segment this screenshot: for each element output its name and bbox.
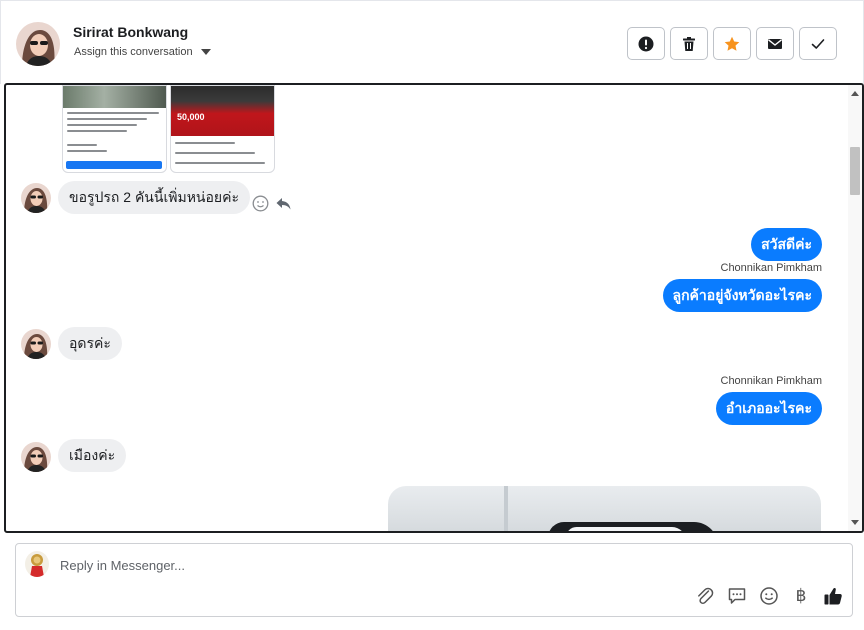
emoji-icon[interactable] [759, 586, 779, 606]
incoming-message[interactable]: อุดรค่ะ [58, 327, 122, 360]
scroll-down-arrow-icon[interactable] [851, 520, 859, 525]
react-emoji-icon[interactable] [252, 195, 269, 212]
shared-post-image[interactable] [62, 85, 167, 173]
thumbs-up-icon[interactable] [823, 586, 843, 606]
outgoing-message[interactable]: ลูกค้าอยู่จังหวัดอะไรคะ [662, 279, 822, 312]
reply-composer: ฿ [15, 543, 853, 617]
scroll-up-arrow-icon[interactable] [851, 91, 859, 96]
paperclip-icon[interactable] [695, 586, 715, 606]
composer-tools: ฿ [695, 586, 843, 606]
outgoing-message[interactable]: สวัสดีค่ะ [751, 228, 822, 261]
car-window [566, 527, 686, 531]
outgoing-photo-message[interactable] [388, 486, 821, 531]
incoming-message[interactable]: เมืองค่ะ [58, 439, 127, 472]
check-icon [811, 38, 825, 49]
photo-detail [504, 486, 508, 531]
sender-name: Chonnikan Pimkham [720, 262, 823, 274]
spam-button[interactable] [627, 27, 665, 60]
delete-button[interactable] [670, 27, 708, 60]
trash-icon [683, 36, 695, 51]
baht-icon[interactable]: ฿ [791, 586, 811, 606]
outgoing-message[interactable]: อำเภออะไรคะ [715, 392, 822, 425]
saved-reply-icon[interactable] [727, 586, 747, 606]
text-line [67, 112, 159, 114]
text-line [175, 152, 255, 154]
contact-avatar[interactable] [16, 22, 60, 66]
reply-icon[interactable] [275, 195, 292, 212]
contact-avatar-small [21, 442, 51, 472]
message-tools [252, 195, 292, 212]
envelope-icon [768, 38, 782, 49]
assign-conversation-dropdown[interactable]: Assign this conversation [74, 46, 211, 58]
text-line [67, 118, 147, 120]
conversation-actions [627, 27, 837, 60]
text-line [67, 144, 97, 146]
mark-done-button[interactable] [799, 27, 837, 60]
text-line [67, 150, 107, 152]
star-icon [724, 36, 740, 51]
contact-avatar-small [21, 329, 51, 359]
price-text: 50,000 [177, 112, 205, 122]
text-line [175, 142, 235, 144]
incoming-message[interactable]: ขอรูปรถ 2 คันนี้เพิ่มหน่อยค่ะ [58, 181, 250, 214]
text-line [67, 130, 127, 132]
mark-unread-button[interactable] [756, 27, 794, 60]
page-avatar [25, 551, 49, 577]
contact-avatar-small [21, 183, 51, 213]
text-line [67, 124, 137, 126]
assign-conversation-label: Assign this conversation [74, 46, 193, 58]
thread-scrollbar[interactable] [848, 85, 862, 531]
car-ad-photo [171, 86, 274, 136]
star-button[interactable] [713, 27, 751, 60]
messenger-inbox-app: Sirirat Bonkwang Assign this conversatio… [0, 0, 864, 630]
scrollbar-thumb[interactable] [850, 147, 860, 195]
exclamation-circle-icon [638, 36, 654, 51]
reply-input[interactable] [60, 554, 660, 576]
conversation-header: Sirirat Bonkwang Assign this conversatio… [0, 0, 864, 84]
message-button [66, 161, 162, 169]
caret-down-icon [200, 49, 211, 55]
shared-post-image[interactable]: 50,000 [170, 85, 275, 173]
text-line [175, 162, 265, 164]
contact-name[interactable]: Sirirat Bonkwang [73, 24, 188, 40]
message-thread[interactable]: 50,000 ขอรูปรถ 2 คันนี้เพิ่มหน่อยค่ะ สวั… [4, 83, 864, 533]
sender-name: Chonnikan Pimkham [720, 375, 823, 387]
car-photo [63, 86, 166, 108]
